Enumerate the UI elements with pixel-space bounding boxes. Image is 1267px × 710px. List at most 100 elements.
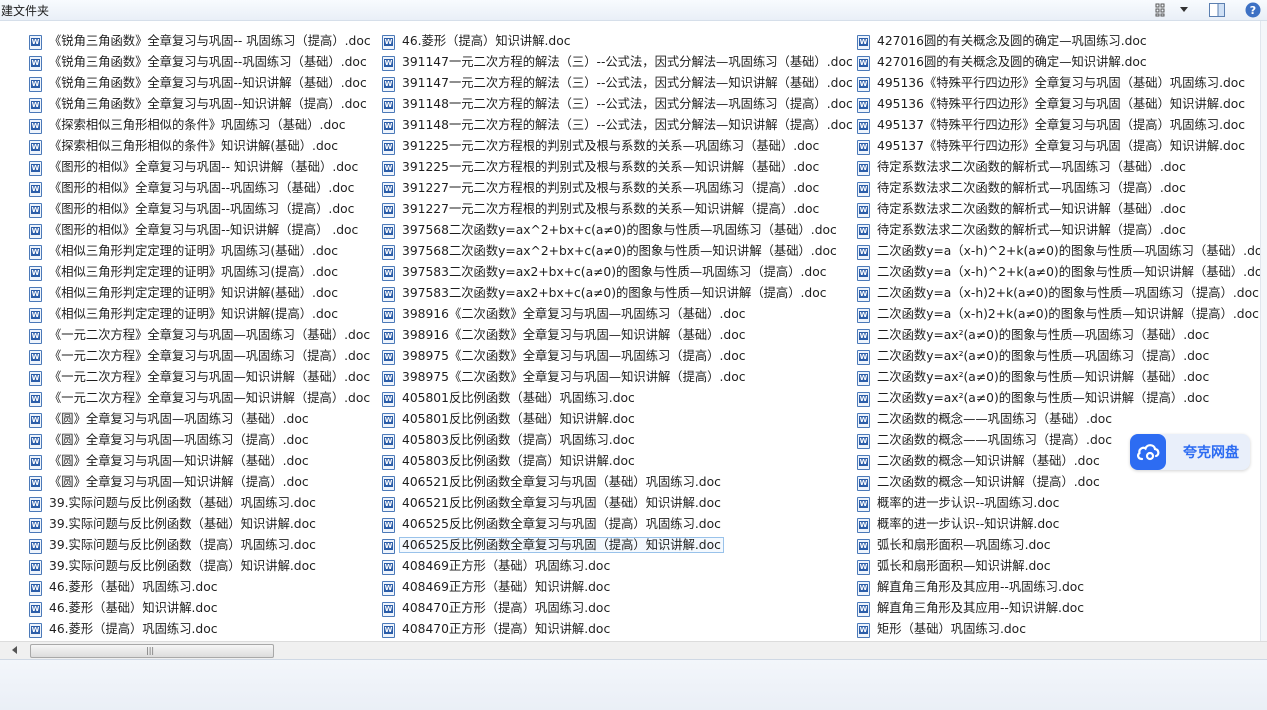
file-item[interactable]: 39.实际问题与反比例函数（基础）巩固练习.doc [29, 493, 371, 514]
file-item[interactable]: 二次函数y=a（x-h)^2+k(a≠0)的图象与性质—知识讲解（基础）.doc [857, 262, 1267, 283]
file-item[interactable]: 39.实际问题与反比例函数（基础）知识讲解.doc [29, 514, 371, 535]
scroll-left-icon[interactable] [12, 646, 17, 654]
file-item[interactable]: 矩形（基础）巩固练习.doc [857, 619, 1267, 640]
new-folder-button[interactable]: 建文件夹 [1, 2, 49, 19]
file-item[interactable]: 《锐角三角函数》全章复习与巩固--知识讲解（基础）.doc [29, 73, 371, 94]
horizontal-scrollbar[interactable]: ||| [0, 641, 1267, 659]
file-item[interactable]: 二次函数y=ax²(a≠0)的图象与性质—知识讲解（基础）.doc [857, 367, 1267, 388]
chevron-down-icon[interactable] [1178, 1, 1190, 18]
file-item[interactable]: 427016圆的有关概念及圆的确定—巩固练习.doc [857, 31, 1267, 52]
file-item[interactable]: 391225一元二次方程根的判别式及根与系数的关系—知识讲解（基础）.doc [382, 157, 853, 178]
file-item[interactable]: 408469正方形（基础）知识讲解.doc [382, 577, 853, 598]
file-item[interactable]: 《相似三角形判定定理的证明》巩固练习(提高）.doc [29, 262, 371, 283]
file-item[interactable]: 46.菱形（提高）知识讲解.doc [382, 31, 853, 52]
quark-drive-button[interactable]: 夸克网盘 [1130, 434, 1250, 470]
file-item[interactable]: 405801反比例函数（基础）知识讲解.doc [382, 409, 853, 430]
file-item[interactable]: 397583二次函数y=ax2+bx+c(a≠0)的图象与性质—知识讲解（提高）… [382, 283, 853, 304]
file-item[interactable]: 391225一元二次方程根的判别式及根与系数的关系—巩固练习（基础）.doc [382, 136, 853, 157]
file-item[interactable]: 二次函数的概念——巩固练习（基础）.doc [857, 409, 1267, 430]
word-document-icon [382, 497, 395, 512]
preview-pane-icon[interactable] [1208, 1, 1226, 18]
file-item[interactable]: 408469正方形（基础）巩固练习.doc [382, 556, 853, 577]
file-item[interactable]: 39.实际问题与反比例函数（提高）巩固练习.doc [29, 535, 371, 556]
file-item[interactable]: 406521反比例函数全章复习与巩固（基础）知识讲解.doc [382, 493, 853, 514]
file-item[interactable]: 《图形的相似》全章复习与巩固--巩固练习（提高）.doc [29, 199, 371, 220]
file-item[interactable]: 391147一元二次方程的解法（三）--公式法，因式分解法—知识讲解（基础）.d… [382, 73, 853, 94]
file-item[interactable]: 《一元二次方程》全章复习与巩固—巩固练习（基础）.doc [29, 325, 371, 346]
file-item[interactable]: 391147一元二次方程的解法（三）--公式法，因式分解法—巩固练习（基础）.d… [382, 52, 853, 73]
file-item[interactable]: 《圆》全章复习与巩固—巩固练习（提高）.doc [29, 430, 371, 451]
file-name: 《图形的相似》全章复习与巩固-- 知识讲解（基础）.doc [49, 160, 359, 174]
file-item[interactable]: 解直角三角形及其应用--巩固练习.doc [857, 577, 1267, 598]
file-item[interactable]: 495136《特殊平行四边形》全章复习与巩固（基础）知识讲解.doc [857, 94, 1267, 115]
file-item[interactable]: 46.菱形（基础）巩固练习.doc [29, 577, 371, 598]
file-item[interactable]: 二次函数的概念—知识讲解（提高）.doc [857, 472, 1267, 493]
file-name: 495136《特殊平行四边形》全章复习与巩固（基础）知识讲解.doc [877, 97, 1246, 111]
file-item[interactable]: 《图形的相似》全章复习与巩固-- 知识讲解（基础）.doc [29, 157, 371, 178]
file-item[interactable]: 待定系数法求二次函数的解析式—知识讲解（提高）.doc [857, 220, 1267, 241]
file-item[interactable]: 46.菱形（基础）知识讲解.doc [29, 598, 371, 619]
file-item[interactable]: 《相似三角形判定定理的证明》巩固练习(基础）.doc [29, 241, 371, 262]
file-item[interactable]: 《相似三角形判定定理的证明》知识讲解(提高）.doc [29, 304, 371, 325]
file-item[interactable]: 解直角三角形及其应用--知识讲解.doc [857, 598, 1267, 619]
file-item[interactable]: 《探索相似三角形相似的条件》知识讲解(基础）.doc [29, 136, 371, 157]
file-item[interactable]: 397568二次函数y=ax^2+bx+c(a≠0)的图象与性质—巩固练习（基础… [382, 220, 853, 241]
file-item[interactable]: 二次函数y=a（x-h)2+k(a≠0)的图象与性质—知识讲解（提高）.doc [857, 304, 1267, 325]
word-document-icon [29, 35, 42, 50]
file-item[interactable]: 概率的进一步认识--巩固练习.doc [857, 493, 1267, 514]
file-item[interactable]: 待定系数法求二次函数的解析式—巩固练习（提高）.doc [857, 178, 1267, 199]
file-item[interactable]: 《图形的相似》全章复习与巩固--巩固练习（基础）.doc [29, 178, 371, 199]
file-item[interactable]: 397583二次函数y=ax2+bx+c(a≠0)的图象与性质—巩固练习（提高）… [382, 262, 853, 283]
file-item[interactable]: 《图形的相似》全章复习与巩固--知识讲解（提高） .doc [29, 220, 371, 241]
file-item[interactable]: 405803反比例函数（提高）巩固练习.doc [382, 430, 853, 451]
file-item[interactable]: 《锐角三角函数》全章复习与巩固-- 巩固练习（提高）.doc [29, 31, 371, 52]
file-item[interactable]: 405801反比例函数（基础）巩固练习.doc [382, 388, 853, 409]
file-item[interactable]: 398916《二次函数》全章复习与巩固—巩固练习（基础）.doc [382, 304, 853, 325]
help-icon[interactable]: ? [1244, 1, 1262, 18]
file-item[interactable]: 《一元二次方程》全章复习与巩固—知识讲解（提高）.doc [29, 388, 371, 409]
file-item[interactable]: 495136《特殊平行四边形》全章复习与巩固（基础）巩固练习.doc [857, 73, 1267, 94]
file-item[interactable]: 391227一元二次方程根的判别式及根与系数的关系—知识讲解（提高）.doc [382, 199, 853, 220]
view-options-icon[interactable] [1154, 1, 1170, 18]
file-item[interactable]: 待定系数法求二次函数的解析式—巩固练习（基础）.doc [857, 157, 1267, 178]
scrollbar-thumb[interactable]: ||| [30, 644, 274, 658]
file-item[interactable]: 495137《特殊平行四边形》全章复习与巩固（提高）巩固练习.doc [857, 115, 1267, 136]
file-item[interactable]: 二次函数y=a（x-h)2+k(a≠0)的图象与性质—巩固练习（提高）.doc [857, 283, 1267, 304]
file-item[interactable]: 495137《特殊平行四边形》全章复习与巩固（提高）知识讲解.doc [857, 136, 1267, 157]
file-item[interactable]: 406521反比例函数全章复习与巩固（基础）巩固练习.doc [382, 472, 853, 493]
word-document-icon [382, 98, 395, 113]
file-item[interactable]: 二次函数y=ax²(a≠0)的图象与性质—巩固练习（提高）.doc [857, 346, 1267, 367]
file-item[interactable]: 46.菱形（提高）巩固练习.doc [29, 619, 371, 640]
file-item[interactable]: 概率的进一步认识--知识讲解.doc [857, 514, 1267, 535]
file-item[interactable]: 391148一元二次方程的解法（三）--公式法，因式分解法—巩固练习（提高）.d… [382, 94, 853, 115]
file-item[interactable]: 39.实际问题与反比例函数（提高）知识讲解.doc [29, 556, 371, 577]
file-item[interactable]: 二次函数y=ax²(a≠0)的图象与性质—知识讲解（提高）.doc [857, 388, 1267, 409]
file-item[interactable]: 391148一元二次方程的解法（三）--公式法，因式分解法—知识讲解（提高）.d… [382, 115, 853, 136]
file-item[interactable]: 406525反比例函数全章复习与巩固（提高）知识讲解.doc [382, 535, 853, 556]
file-item[interactable]: 二次函数y=a（x-h)^2+k(a≠0)的图象与性质—巩固练习（基础）.doc [857, 241, 1267, 262]
file-item[interactable]: 398975《二次函数》全章复习与巩固—巩固练习（提高）.doc [382, 346, 853, 367]
file-item[interactable]: 408470正方形（提高）知识讲解.doc [382, 619, 853, 640]
file-item[interactable]: 弧长和扇形面积—知识讲解.doc [857, 556, 1267, 577]
file-item[interactable]: 398916《二次函数》全章复习与巩固—知识讲解（基础）.doc [382, 325, 853, 346]
file-item[interactable]: 398975《二次函数》全章复习与巩固—知识讲解（提高）.doc [382, 367, 853, 388]
file-item[interactable]: 406525反比例函数全章复习与巩固（提高）巩固练习.doc [382, 514, 853, 535]
file-item[interactable]: 二次函数y=ax²(a≠0)的图象与性质—巩固练习（基础）.doc [857, 325, 1267, 346]
file-item[interactable]: 《一元二次方程》全章复习与巩固—知识讲解（基础）.doc [29, 367, 371, 388]
file-item[interactable]: 《相似三角形判定定理的证明》知识讲解(基础）.doc [29, 283, 371, 304]
file-item[interactable]: 405803反比例函数（提高）知识讲解.doc [382, 451, 853, 472]
file-item[interactable]: 391227一元二次方程根的判别式及根与系数的关系—巩固练习（提高）.doc [382, 178, 853, 199]
file-name: 46.菱形（基础）知识讲解.doc [49, 601, 218, 615]
file-item[interactable]: 427016圆的有关概念及圆的确定—知识讲解.doc [857, 52, 1267, 73]
file-item[interactable]: 397568二次函数y=ax^2+bx+c(a≠0)的图象与性质—知识讲解（基础… [382, 241, 853, 262]
file-item[interactable]: 弧长和扇形面积—巩固练习.doc [857, 535, 1267, 556]
file-item[interactable]: 《锐角三角函数》全章复习与巩固--知识讲解（提高）.doc [29, 94, 371, 115]
file-item[interactable]: 《锐角三角函数》全章复习与巩固--巩固练习（基础）.doc [29, 52, 371, 73]
file-item[interactable]: 408470正方形（提高）巩固练习.doc [382, 598, 853, 619]
file-item[interactable]: 《一元二次方程》全章复习与巩固—巩固练习（提高）.doc [29, 346, 371, 367]
file-item[interactable]: 《圆》全章复习与巩固—知识讲解（基础）.doc [29, 451, 371, 472]
file-item[interactable]: 《圆》全章复习与巩固—巩固练习（基础）.doc [29, 409, 371, 430]
file-item[interactable]: 待定系数法求二次函数的解析式—知识讲解（基础）.doc [857, 199, 1267, 220]
file-item[interactable]: 《探索相似三角形相似的条件》巩固练习（基础）.doc [29, 115, 371, 136]
file-item[interactable]: 《圆》全章复习与巩固—知识讲解（提高）.doc [29, 472, 371, 493]
